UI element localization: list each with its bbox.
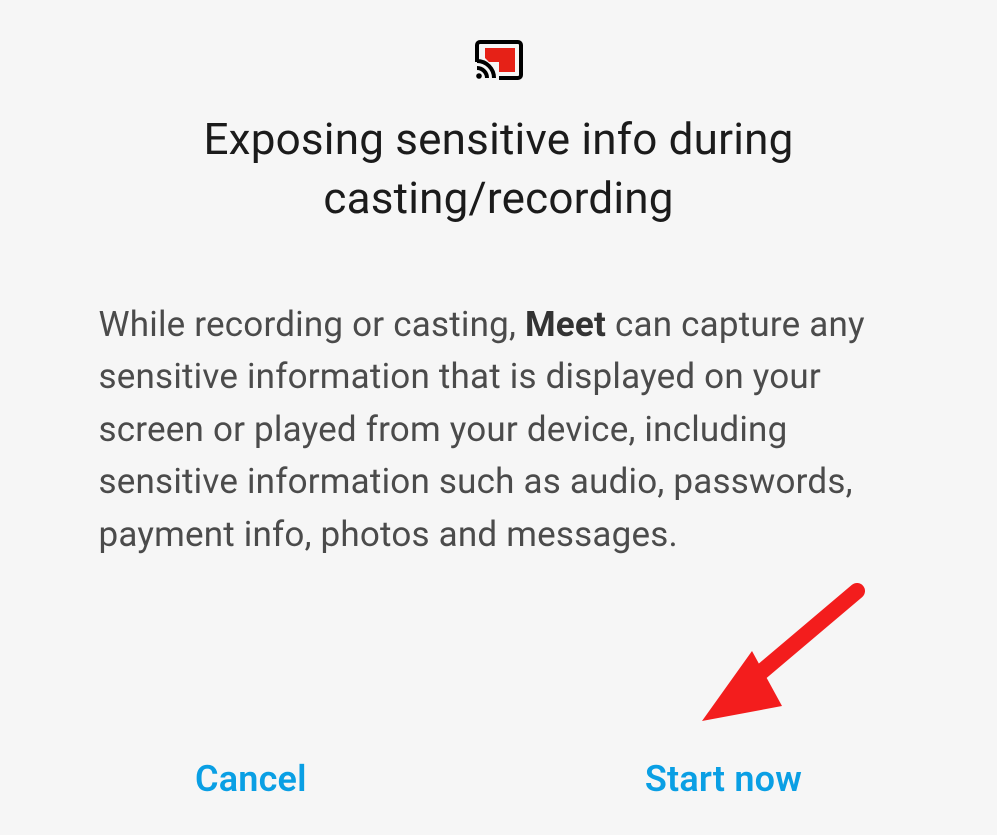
- dialog-button-row: Cancel Start now: [0, 758, 997, 800]
- cancel-button[interactable]: Cancel: [195, 758, 307, 800]
- dialog-body-lead: While recording or casting,: [99, 304, 525, 345]
- dialog-title: Exposing sensitive info during casting/r…: [69, 110, 929, 229]
- start-now-button[interactable]: Start now: [645, 758, 802, 800]
- cast-icon: [475, 40, 523, 84]
- dialog-body: While recording or casting, Meet can cap…: [59, 299, 939, 562]
- app-name: Meet: [525, 304, 606, 345]
- arrow-annotation-icon: [657, 581, 877, 745]
